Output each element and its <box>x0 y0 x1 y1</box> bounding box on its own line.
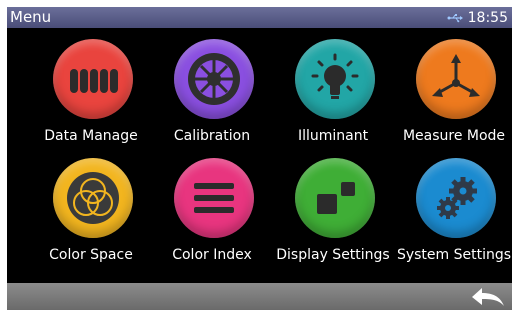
bottom-bar <box>7 283 512 310</box>
windows-icon <box>317 182 355 214</box>
system-settings-label: System Settings <box>396 247 512 263</box>
calibration-button[interactable] <box>174 39 254 119</box>
color-space-button[interactable] <box>53 158 133 238</box>
color-index-label: Color Index <box>172 247 252 263</box>
calibration-label: Calibration <box>173 128 251 144</box>
gears-icon <box>437 177 477 219</box>
back-arrow-icon <box>472 288 504 306</box>
illuminant-button[interactable] <box>295 39 375 119</box>
display-settings-label: Display Settings <box>276 247 390 263</box>
arrows-icon <box>432 54 480 97</box>
measure-mode-label: Measure Mode <box>402 128 506 144</box>
data-manage-button[interactable] <box>53 39 133 119</box>
menu-title: Menu <box>10 8 52 26</box>
measure-mode-button[interactable] <box>416 39 496 119</box>
color-space-label: Color Space <box>49 247 133 263</box>
status-right: 18:55 <box>447 8 508 27</box>
dial-icon <box>188 53 240 105</box>
menu-item-system-settings[interactable]: System Settings <box>394 150 512 268</box>
menu-item-display-settings[interactable]: Display Settings <box>273 150 393 268</box>
back-button[interactable] <box>466 284 510 309</box>
clock-time: 18:55 <box>467 9 508 26</box>
lightbulb-icon <box>311 53 359 99</box>
menu-item-calibration[interactable]: Calibration <box>152 31 272 149</box>
menu-item-measure-mode[interactable]: Measure Mode <box>394 31 512 149</box>
menu-item-data-manage[interactable]: Data Manage <box>31 31 151 149</box>
list-lines-icon <box>194 183 234 213</box>
data-manage-label: Data Manage <box>44 128 138 144</box>
system-settings-button[interactable] <box>416 158 496 238</box>
device-screen: Menu 18:55 Data Manage Calibration Illum… <box>7 7 512 310</box>
usb-icon <box>447 13 463 22</box>
display-settings-button[interactable] <box>295 158 375 238</box>
color-index-button[interactable] <box>174 158 254 238</box>
menu-item-illuminant[interactable]: Illuminant <box>273 31 393 149</box>
status-bar: Menu 18:55 <box>7 7 512 28</box>
menu-item-color-index[interactable]: Color Index <box>152 150 272 268</box>
venn-circles-icon <box>67 172 119 224</box>
books-icon <box>70 69 118 93</box>
illuminant-label: Illuminant <box>297 128 369 144</box>
menu-item-color-space[interactable]: Color Space <box>31 150 151 268</box>
menu-grid: Data Manage Calibration Illuminant Measu… <box>7 28 512 283</box>
